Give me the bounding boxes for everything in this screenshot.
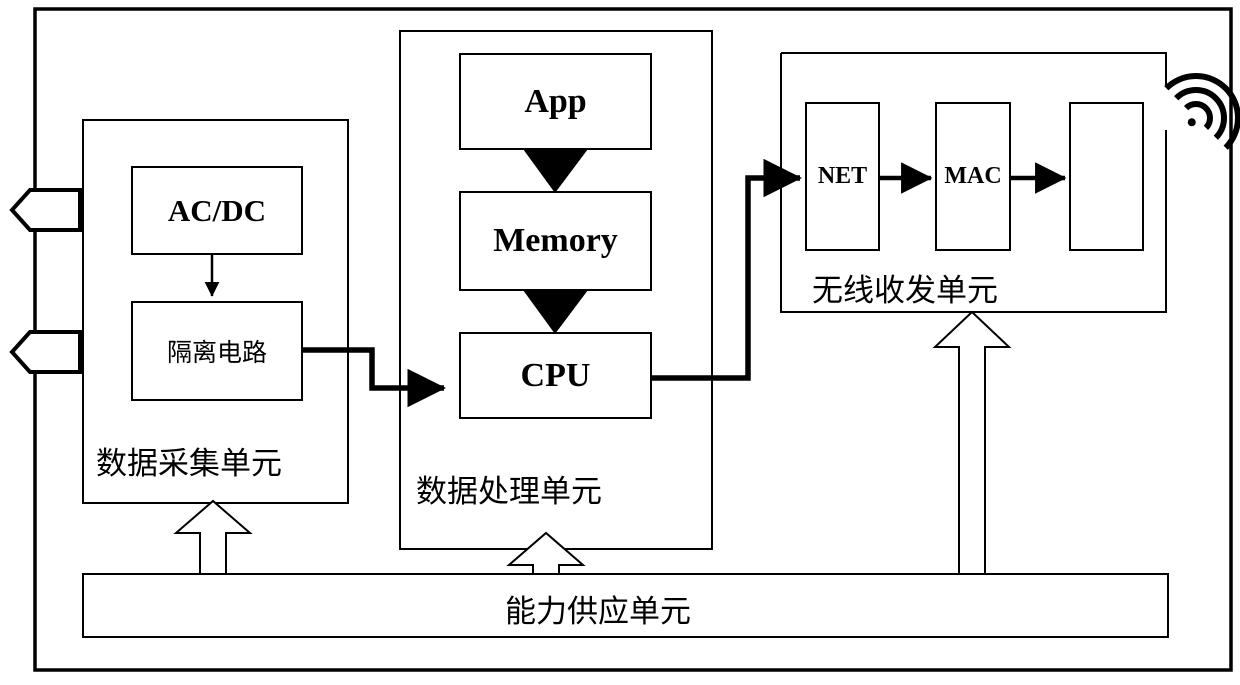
- power-arrow-to-data-processing-shape: [506, 531, 586, 575]
- cpu-block: [459, 332, 652, 419]
- diagram-canvas: AC/DC 隔离电路 数据采集单元 App Memory CPU 数据处理单元 …: [0, 0, 1240, 685]
- power-arrow-to-data-acquisition: [173, 499, 253, 575]
- net-block: [805, 102, 880, 251]
- connector-app-to-memory: [523, 149, 588, 193]
- external-port-bottom: [9, 330, 82, 374]
- connector-isolation-to-cpu: [302, 347, 446, 408]
- isolation-circuit-block: [131, 301, 303, 401]
- rf-front-end-block: [1069, 102, 1144, 251]
- acdc-block: [131, 166, 303, 255]
- power-arrow-to-wireless: [932, 310, 1012, 575]
- wireless-transceiver-unit-frame: [780, 52, 1167, 313]
- diagram-vector-layer: [9, 7, 1240, 672]
- power-supply-unit-frame: [82, 573, 1169, 638]
- wifi-icon: [1164, 73, 1240, 150]
- connector-memory-to-cpu: [523, 290, 588, 334]
- mac-block: [935, 102, 1011, 251]
- data-acquisition-unit-frame: [82, 119, 349, 504]
- memory-block: [459, 191, 652, 291]
- connector-cpu-to-net: [651, 158, 802, 381]
- app-block: [459, 53, 652, 150]
- external-port-top: [9, 188, 82, 232]
